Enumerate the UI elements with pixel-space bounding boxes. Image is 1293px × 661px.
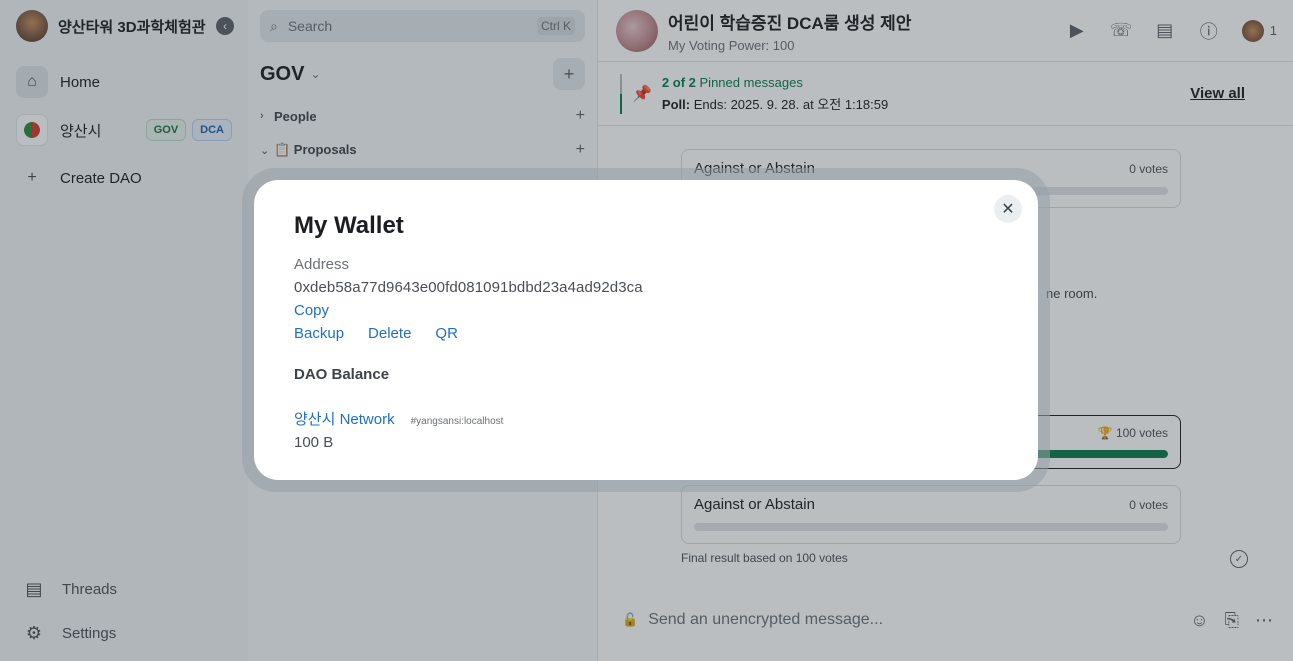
copy-button[interactable]: Copy <box>294 302 998 319</box>
address-label: Address <box>294 256 350 273</box>
backup-button[interactable]: Backup <box>294 325 344 342</box>
dialog-title: My Wallet <box>294 212 404 239</box>
wallet-actions: Backup Delete QR <box>294 325 998 342</box>
network-link[interactable]: 양산시 Network <box>294 408 395 429</box>
close-icon[interactable]: ✕ <box>994 195 1022 223</box>
qr-button[interactable]: QR <box>435 325 458 342</box>
dao-balance-title: DAO Balance <box>294 366 390 383</box>
wallet-dialog: My Wallet Address 0xdeb58a77d9643e00fd08… <box>254 180 1038 480</box>
network-id: #yangsansi:localhost <box>410 416 504 427</box>
network-row: 양산시 Network #yangsansi:localhost <box>294 408 998 429</box>
wallet-address: 0xdeb58a77d9643e00fd081091bdbd23a4ad92d3… <box>294 279 643 296</box>
balance-value: 100 B <box>294 434 334 451</box>
delete-button[interactable]: Delete <box>368 325 411 342</box>
